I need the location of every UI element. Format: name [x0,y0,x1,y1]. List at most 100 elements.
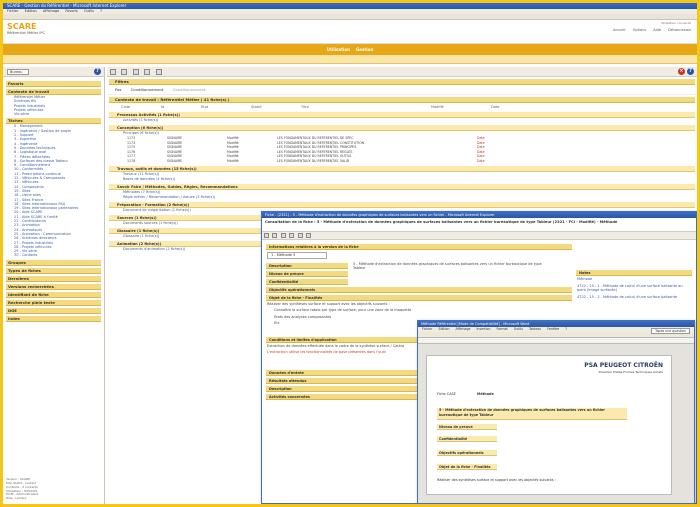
side-item-2[interactable]: 4722 - 15 - 1 - Méthode de calcul d'une … [574,283,694,294]
doc-row-2: Confidentialité [437,436,497,442]
word-menu-tableau[interactable]: Tableau [529,327,541,331]
col-statut: Statut [251,105,262,109]
left-footer: Version : SCARE Mon Statut : Lecteur Conta… [6,477,39,501]
word-menu-outils[interactable]: Outils [514,327,523,331]
table-cell: SIGNAIRE [167,158,183,163]
left-tree-item[interactable]: 30 - Contacts [6,253,101,257]
psa-subtitle: Direction Plates-Formes Techniques Achat… [598,370,663,374]
doc-title: 5 - Méthode d'extraction de données grap… [437,408,627,420]
table-cell: LES FONDAMENTAUX DU REFERENTIEL VALID [277,158,350,163]
left-group-header[interactable]: Types de fiches [6,267,101,274]
refresh-icon[interactable] [110,69,116,75]
version-value[interactable]: 1 - Méthode 5 [267,252,327,259]
word-menu-fenetre[interactable]: Fenêtre [547,327,559,331]
description-text: 5 - Méthode d'extraction de données grap… [353,261,542,271]
word-menu-affichage[interactable]: Affichage [455,327,470,331]
flag-icon[interactable] [155,69,162,75]
info-section[interactable]: Informations relatives à la version de l… [266,244,572,250]
copy-icon[interactable] [144,69,151,75]
section-row[interactable]: Bases de données (4 fiche(s)) [107,177,697,182]
section-row[interactable]: Règle métier / Recommandation / Astuce (… [107,195,697,200]
col-code: Code [121,105,130,109]
side-item-3[interactable]: 4722 - 15 - 2 - Méthode de calcul d'une … [574,294,694,301]
filter-pas[interactable]: Pas [115,87,121,92]
link-aide[interactable]: Aide [653,28,661,32]
mail-icon[interactable] [289,233,295,238]
fiche-type-value: Méthode [477,392,494,396]
menu-favoris[interactable]: Favoris [65,9,77,13]
left-group-header[interactable]: Favoris [6,81,101,87]
left-group-header[interactable]: Dernières [6,275,101,282]
section-row[interactable]: Activités (1 fiche(s)) [107,118,697,123]
col-etat: Etat [201,105,209,109]
left-group-header[interactable]: Groupes [6,259,101,266]
word-menu-insertion[interactable]: Insertion [476,327,490,331]
app-logo: SCARE [7,22,37,31]
doc-row-4: Objet de la fiche - Finalités [437,464,497,470]
fiche-header: Consultation de la fiche : 5 - Méthode d… [262,218,696,232]
filter-conditionnement-2[interactable]: Conditionnement [173,87,206,92]
doc-row-3: Objectifs opérationnels [437,450,497,456]
word-question-box[interactable]: Tapez une question [651,327,690,334]
print-icon[interactable] [121,69,128,75]
link-accueil[interactable]: Accueil [613,28,626,32]
left-tree: Favoris Contexte de travail Référentiel Mé… [3,77,104,324]
left-panel: Bureau ? Favoris Contexte de travail Référ… [3,67,105,504]
filter-conditionnement[interactable]: Conditionnement [131,87,164,92]
word-ruler [418,338,694,344]
fiche-type-label: Fiche CASE [437,392,456,396]
link-options[interactable]: Options [633,28,647,32]
main-nav: Utilisation Gestion [3,44,697,55]
label-confidentialite: Confidentialité [266,278,348,285]
menu-edition[interactable]: Edition [25,9,37,13]
left-group-header[interactable]: Versions recherchées [6,283,101,290]
user-line: Utilisateur connecté [660,21,691,25]
word-menu-edition[interactable]: Edition [438,327,449,331]
print-icon[interactable] [272,233,278,238]
table-header: Code Id Etat Statut Titre Modifié Date [107,103,697,110]
section-objectifs[interactable]: Objectifs opérationnels [266,286,572,293]
nav-utilisation[interactable]: Utilisation [327,47,350,52]
doc-row-1: Niveau de preuve [437,424,497,430]
link-deconnexion[interactable]: Déconnexion [668,28,691,32]
link-icon[interactable] [297,233,303,238]
left-group-header[interactable]: DGE [6,307,101,314]
menu-help[interactable]: ? [100,9,102,13]
export-icon[interactable] [280,233,286,238]
word-menu-format[interactable]: Format [497,327,508,331]
word-document: PSA PEUGEOT CITROËN Direction Plates-For… [426,355,672,495]
menu-outils[interactable]: Outils [84,9,94,13]
app-header: SCARE Référentiel Métier IPC Utilisateur… [3,20,697,44]
table-cell: 1178 [127,158,136,163]
help-icon[interactable]: ? [94,68,101,75]
export-icon[interactable] [132,69,139,75]
help-icon[interactable]: ? [687,68,694,75]
col-date: Date [491,105,500,109]
menu-affichage[interactable]: Affichage [43,9,59,13]
col-id: Id [161,105,165,109]
fiche-side: Notes Méthode 4722 - 15 - 1 - Méthode de… [574,268,694,300]
menu-fichier[interactable]: Fichier [7,9,18,13]
nav-gestion[interactable]: Gestion [356,47,373,52]
word-menu-fichier[interactable]: Fichier [422,327,432,331]
bureau-select[interactable]: Bureau [7,69,29,75]
left-group-header[interactable]: Identifiant de fiche [6,291,101,298]
left-group-header[interactable]: Recherche plein texte [6,299,101,306]
word-menubar: Fichier Edition Affichage Insertion Form… [418,327,694,334]
table-cell: Date [477,158,485,163]
table-row[interactable]: 1178 SIGNAIRE Modifié LES FONDAMENTAUX DU R… [107,159,697,164]
screen: SCARE - Gestion du Référentiel - Microso… [3,3,697,504]
close-icon[interactable]: × [678,68,685,75]
left-tree-item[interactable]: Vie série [6,112,101,116]
label-description: Description [266,262,348,269]
word-menu-help[interactable]: ? [565,327,567,331]
left-group-header[interactable]: Index [6,315,101,322]
edit-icon[interactable] [264,233,269,238]
col-modifie: Modifié [431,105,444,109]
psa-brand: PSA PEUGEOT CITROËN [584,362,663,369]
footer-line: Rôle : Lecteur [6,496,27,501]
history-icon[interactable] [306,233,312,238]
filters-bar: Pas Conditionnement Conditionnement [107,85,697,95]
sub-nav [3,55,697,64]
left-toolbar: Bureau ? [3,67,104,77]
